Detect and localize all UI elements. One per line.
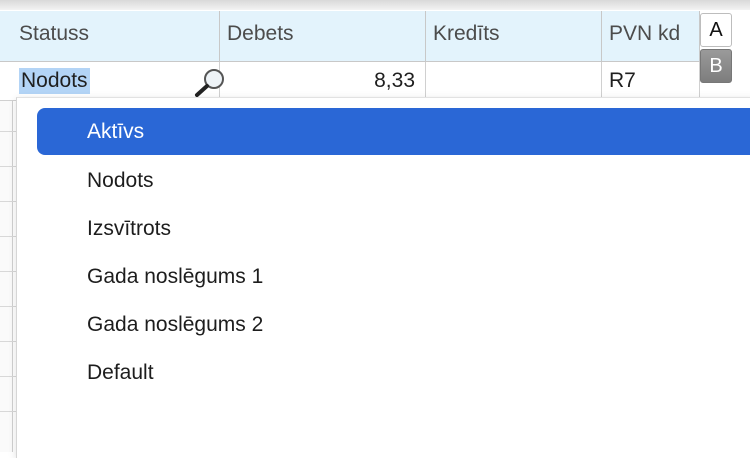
status-cell[interactable]: Nodots [12, 62, 224, 100]
debit-cell[interactable]: 8,33 [220, 62, 426, 100]
vat-code-cell[interactable]: R7 [602, 62, 700, 100]
grid-line [0, 201, 16, 202]
tab-a[interactable]: A [700, 13, 732, 47]
column-header-vat-code[interactable]: PVN kd [602, 11, 700, 61]
grid-line [0, 341, 16, 342]
menu-item-aktivs[interactable]: Aktīvs [37, 108, 750, 155]
grid-line [0, 131, 16, 132]
top-edge [0, 0, 750, 10]
grid-line [0, 306, 16, 307]
menu-item-izsvitrots[interactable]: Izsvītrots [37, 205, 750, 252]
menu-item-year-end-1[interactable]: Gada noslēgums 1 [37, 253, 750, 300]
grid-line [0, 411, 16, 412]
status-dropdown-menu: Aktīvs Nodots Izsvītrots Gada noslēgums … [16, 97, 750, 458]
menu-item-year-end-2[interactable]: Gada noslēgums 2 [37, 301, 750, 348]
column-header-debit[interactable]: Debets [220, 11, 426, 61]
grid-line [0, 376, 16, 377]
grid-line [0, 236, 16, 237]
column-header-status[interactable]: Statuss [12, 11, 220, 61]
credit-cell[interactable] [426, 62, 602, 100]
grid-line [0, 271, 16, 272]
status-value[interactable]: Nodots [19, 68, 90, 94]
tab-b[interactable]: B [700, 49, 732, 83]
table-row: Nodots 8,33 R7 [0, 62, 700, 101]
side-tab-strip: A B [700, 11, 732, 95]
grid-line [0, 166, 16, 167]
column-header-credit[interactable]: Kredīts [426, 11, 602, 61]
menu-item-default[interactable]: Default [37, 349, 750, 396]
table-header: Statuss Debets Kredīts PVN kd [0, 11, 700, 62]
menu-item-nodots[interactable]: Nodots [37, 157, 750, 204]
